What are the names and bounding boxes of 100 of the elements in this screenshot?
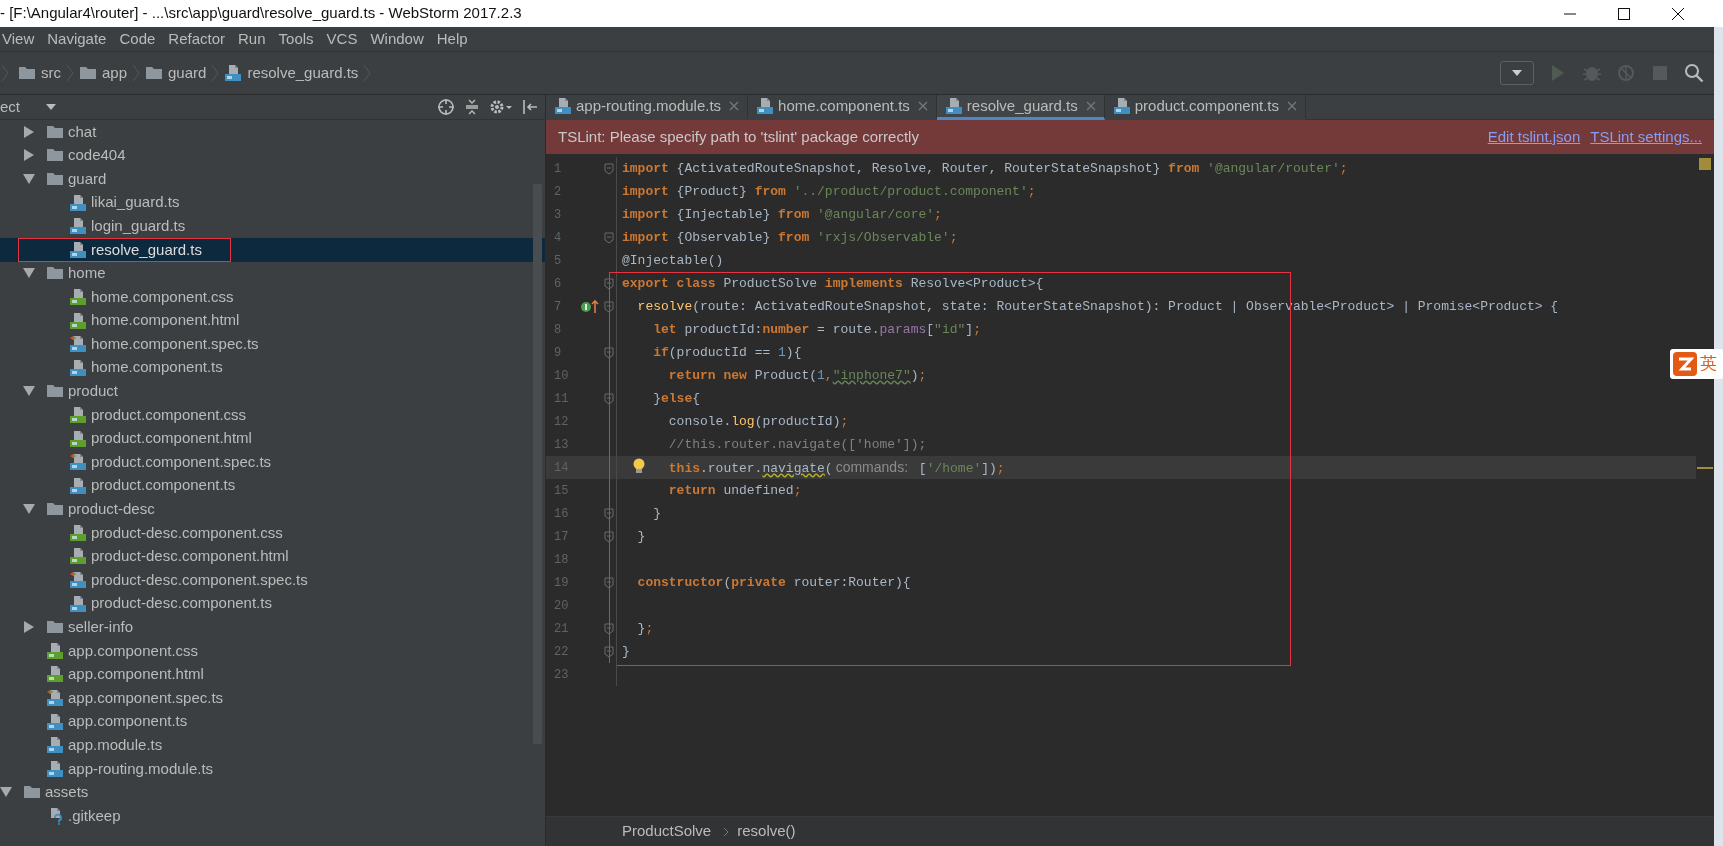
fold-icon[interactable] [604, 231, 614, 244]
tree-item[interactable]: home.component.css [0, 285, 545, 309]
collapse-arrow-icon[interactable] [23, 503, 35, 516]
menu-item[interactable]: View [0, 28, 41, 50]
line-number: 17 [553, 528, 570, 546]
tree-item[interactable]: chat [0, 120, 545, 144]
breadcrumb[interactable]: guard [145, 61, 211, 85]
code-line: @Injectable() [621, 251, 724, 270]
expand-arrow-icon[interactable] [23, 149, 35, 162]
collapse-arrow-icon[interactable] [23, 385, 35, 398]
tree-item[interactable]: product-desc.component.spec.ts [0, 568, 545, 592]
collapse-arrow-icon[interactable] [23, 267, 35, 280]
tree-item[interactable]: app.component.spec.ts [0, 686, 545, 710]
menu-item[interactable]: Run [236, 28, 272, 50]
editor-tab[interactable]: product.component.ts [1104, 95, 1306, 120]
chevron-icon [723, 826, 730, 837]
editor-tab[interactable]: home.component.ts [748, 95, 937, 120]
tree-item[interactable]: product.component.ts [0, 473, 545, 498]
tree-item[interactable]: product-desc.component.css [0, 521, 545, 545]
collapse-icon[interactable] [463, 98, 481, 116]
menu-item[interactable]: Refactor [166, 28, 231, 50]
tree-item[interactable]: product-desc.component.ts [0, 591, 545, 616]
tree-item[interactable]: app.component.css [0, 639, 545, 663]
tree-item[interactable]: home [0, 261, 545, 286]
tree-item[interactable]: app-routing.module.ts [0, 757, 545, 781]
input-method-indicator[interactable]: 英 [1670, 349, 1723, 379]
line-number: 12 [553, 413, 570, 431]
menu-item[interactable]: Window [368, 28, 430, 50]
tree-item[interactable]: home.component.ts [0, 355, 545, 380]
menu-item[interactable]: Navigate [45, 28, 113, 50]
tree-item[interactable]: seller-info [0, 615, 545, 640]
tree-item[interactable]: home.component.spec.ts [0, 332, 545, 356]
fold-icon[interactable] [604, 507, 614, 520]
tree-item[interactable]: login_guard.ts [0, 214, 545, 238]
line-number: 18 [553, 551, 570, 569]
tree-item[interactable]: .gitkeep [0, 804, 545, 828]
tree-item[interactable]: home.component.html [0, 308, 545, 333]
close-icon [1672, 7, 1684, 20]
menu-item[interactable]: Tools [276, 28, 320, 50]
caret-icon[interactable] [46, 104, 56, 110]
fold-icon[interactable] [604, 576, 614, 589]
link[interactable]: TSLint settings... [1590, 125, 1702, 149]
breadcrumb[interactable]: resolve() [737, 820, 800, 843]
link[interactable]: Edit tslint.json [1487, 125, 1581, 149]
panel-title[interactable]: ect [0, 95, 20, 119]
fold-icon[interactable] [604, 645, 614, 658]
close-icon[interactable] [729, 101, 740, 111]
lightbulb-icon[interactable] [632, 458, 646, 476]
fold-icon[interactable] [604, 622, 614, 635]
collapse-arrow-icon[interactable] [23, 173, 35, 185]
tree-item[interactable]: likai_guard.ts [0, 190, 545, 215]
editor-tab[interactable]: app-routing.module.ts [546, 95, 749, 120]
hide-panel-icon[interactable] [521, 98, 539, 116]
fold-icon[interactable] [604, 346, 614, 359]
code-line: console.log(productId); [667, 412, 849, 431]
tree-item[interactable]: guard [0, 167, 545, 191]
code-line: import {Injectable} from '@angular/core'; [621, 205, 942, 224]
menu-item[interactable]: VCS [324, 28, 364, 50]
gear-icon[interactable] [489, 98, 513, 116]
file-icon [69, 217, 87, 236]
tree-item[interactable]: product-desc [0, 497, 545, 522]
run-config-dropdown[interactable] [1500, 61, 1534, 85]
close-icon[interactable] [1085, 101, 1096, 111]
tree-item[interactable]: product [0, 379, 545, 404]
warning-marker[interactable] [1697, 467, 1713, 469]
tree-item[interactable]: resolve_guard.ts [0, 237, 545, 262]
editor-tab[interactable]: resolve_guard.ts [936, 95, 1105, 120]
fold-icon[interactable] [604, 392, 614, 405]
search-icon[interactable] [1684, 63, 1704, 83]
breadcrumb[interactable]: ProductSolve [622, 820, 716, 843]
breadcrumb[interactable]: app [79, 61, 132, 85]
fold-icon[interactable] [604, 162, 614, 175]
collapse-arrow-icon[interactable] [0, 786, 12, 799]
tree-item[interactable]: product-desc.component.html [0, 544, 545, 569]
target-icon[interactable] [437, 98, 455, 116]
tree-item[interactable]: assets [0, 780, 545, 805]
menu-item[interactable]: Code [117, 28, 162, 50]
line-number: 4 [553, 229, 563, 247]
breadcrumb[interactable]: src [18, 61, 65, 85]
expand-arrow-icon[interactable] [23, 621, 35, 634]
tree-item[interactable]: product.component.html [0, 426, 545, 451]
menu-item[interactable]: Help [434, 28, 474, 50]
close-icon[interactable] [1287, 101, 1297, 111]
tree-item[interactable]: app.component.ts [0, 709, 545, 734]
scrollbar[interactable] [533, 184, 542, 744]
implements-icon[interactable] [580, 298, 600, 315]
fold-icon[interactable] [604, 300, 614, 313]
file-icon [46, 665, 64, 684]
tree-item[interactable]: product.component.spec.ts [0, 450, 545, 474]
tree-item[interactable]: app.module.ts [0, 733, 545, 758]
expand-arrow-icon[interactable] [23, 125, 35, 138]
tree-item[interactable]: product.component.css [0, 403, 545, 427]
breadcrumb[interactable]: resolve_guard.ts [224, 61, 363, 85]
warning-marker[interactable] [1699, 158, 1711, 170]
file-icon [756, 97, 775, 115]
close-icon[interactable] [917, 101, 928, 111]
fold-icon[interactable] [604, 277, 614, 290]
fold-icon[interactable] [604, 530, 614, 543]
tree-item[interactable]: code404 [0, 143, 545, 168]
tree-item[interactable]: app.component.html [0, 662, 545, 687]
